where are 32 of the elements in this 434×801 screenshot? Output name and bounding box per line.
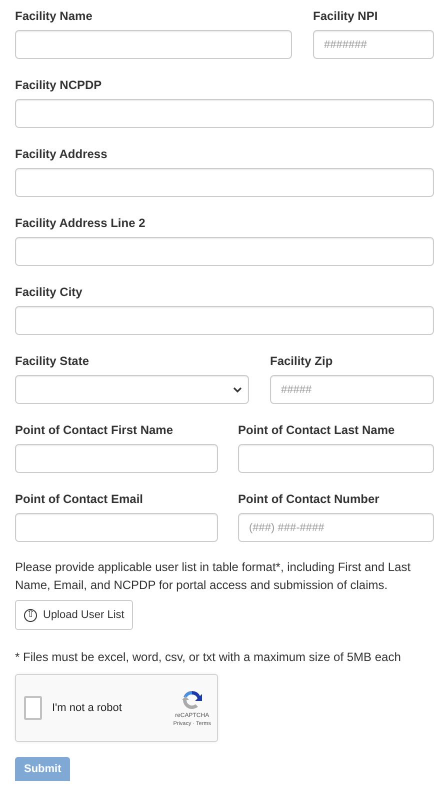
file-note: * Files must be excel, word, csv, or txt with a maximum size of 5MB each xyxy=(15,650,402,664)
field-label: Point of Contact First Name xyxy=(15,422,174,438)
field-label: Facility City xyxy=(15,284,82,300)
field-label: Facility Address Line 2 xyxy=(15,215,146,231)
input-field[interactable]: (###) ###-#### xyxy=(238,513,434,542)
input-field[interactable] xyxy=(15,306,434,335)
input-field[interactable] xyxy=(15,30,292,59)
instructions-text: Please provide applicable user list in table format*, including First and Last Name, Email, and NCPDP for portal access and submission of claims. xyxy=(15,559,412,594)
input-field[interactable] xyxy=(15,513,218,542)
captcha-checkbox[interactable] xyxy=(24,696,42,720)
select-field[interactable] xyxy=(15,375,249,404)
field-label: Point of Contact Number xyxy=(238,491,380,507)
recaptcha-logo-icon xyxy=(181,689,204,711)
field-label: Point of Contact Email xyxy=(15,491,144,507)
field-label: Point of Contact Last Name xyxy=(238,422,395,438)
input-field[interactable] xyxy=(238,444,434,473)
captcha-label: I'm not a robot xyxy=(52,702,123,714)
chevron-down-icon xyxy=(233,386,242,392)
input-field[interactable]: ##### xyxy=(270,375,434,404)
upload-icon: ⇧ xyxy=(24,608,37,622)
input-field[interactable] xyxy=(15,168,434,197)
field-label: Facility Name xyxy=(15,8,92,24)
field-label: Facility NCPDP xyxy=(15,77,102,93)
field-label: Facility NPI xyxy=(313,8,378,24)
upload-button[interactable]: ⇧ Upload User List xyxy=(15,600,134,630)
input-field[interactable] xyxy=(15,99,434,128)
field-label: Facility Address xyxy=(15,146,108,162)
input-field[interactable] xyxy=(15,444,218,473)
input-field[interactable]: ####### xyxy=(313,30,434,59)
input-field[interactable] xyxy=(15,237,434,266)
field-label: Facility State xyxy=(15,353,90,369)
field-label: Facility Zip xyxy=(270,353,333,369)
